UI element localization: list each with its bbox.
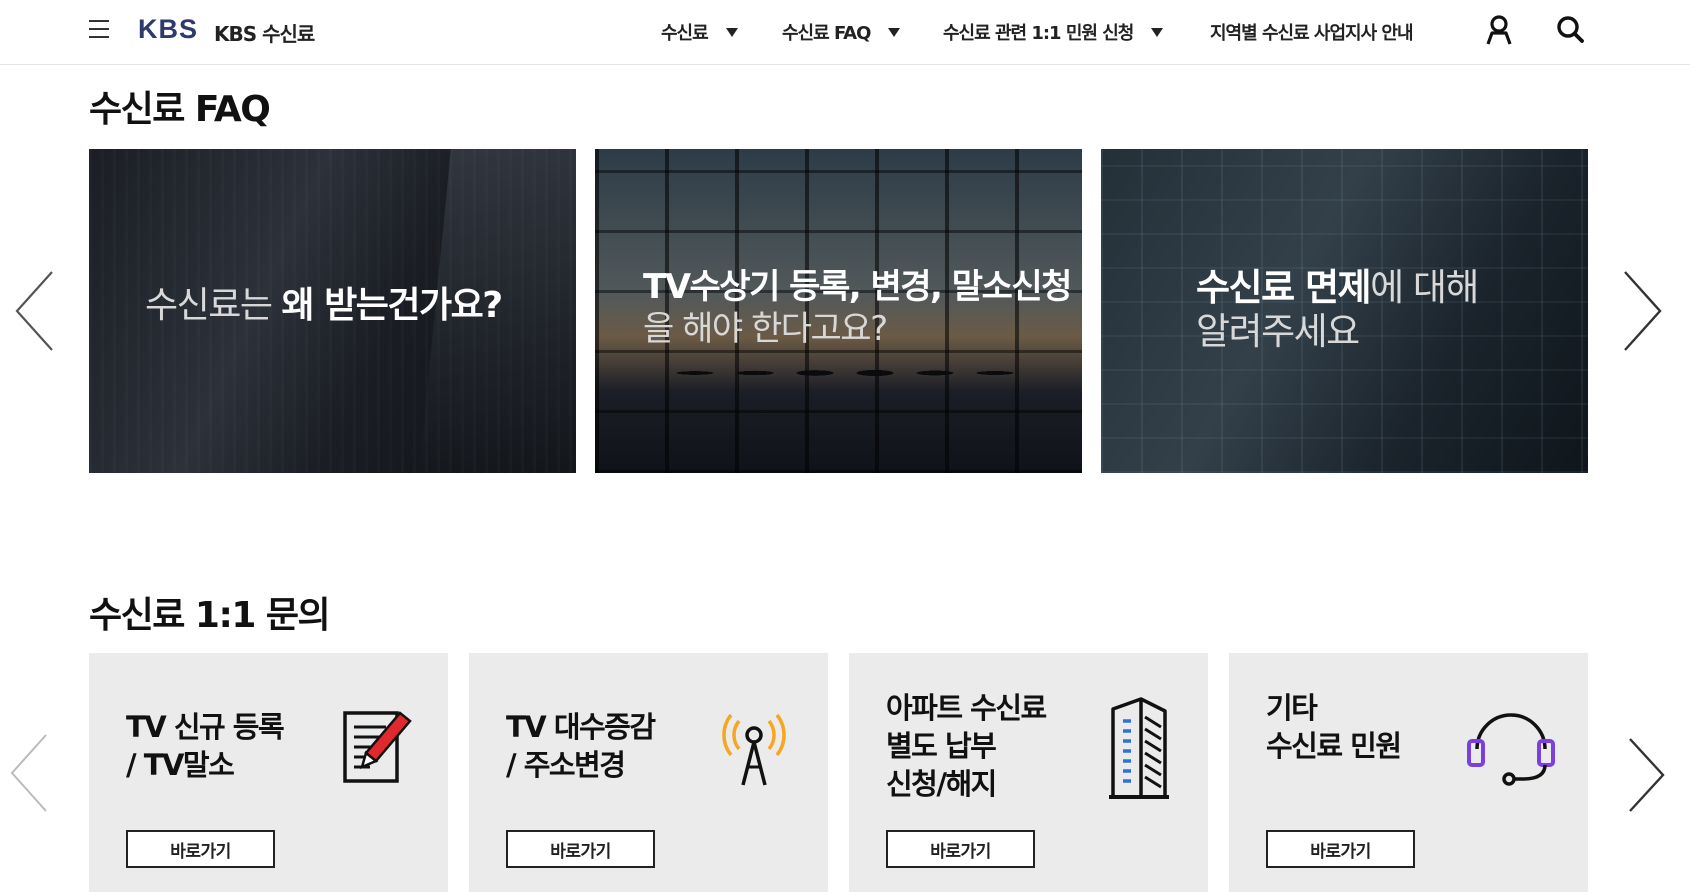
inquiry-card-title: TV 신규 등록 / TV말소 <box>126 710 285 782</box>
apartment-building-icon <box>1109 697 1169 799</box>
inquiry-card-title: 아파트 수신료 별도 납부 신청/해지 <box>886 691 1047 801</box>
go-button[interactable]: 바로가기 <box>1266 830 1415 868</box>
faq-card-why-fee[interactable]: 수신료는 왜 받는건가요? <box>89 149 576 473</box>
nav-item-label: 수신료 관련 1:1 민원 신청 <box>943 23 1134 44</box>
site-header: KBS KBS 수신료 수신료 수신료 FAQ 수신료 관련 1:1 민원 신청… <box>0 0 1690 65</box>
nav-item-branch[interactable]: 지역별 수신료 사업지사 안내 <box>1210 19 1414 45</box>
inquiry-card-title: TV 대수증감 / 주소변경 <box>506 710 656 782</box>
inquiry-card-new-tv[interactable]: TV 신규 등록 / TV말소 바로가기 <box>89 653 448 892</box>
inquiry-prev-arrow-icon[interactable] <box>8 733 50 813</box>
inquiry-card-title: 기타 수신료 민원 <box>1266 691 1402 763</box>
headset-icon <box>1467 713 1555 786</box>
user-icon[interactable] <box>1484 14 1514 46</box>
go-button[interactable]: 바로가기 <box>506 830 655 868</box>
kbs-logo[interactable]: KBS <box>138 14 198 45</box>
nav-item-label: 수신료 <box>661 23 709 44</box>
inquiry-section-title: 수신료 1:1 문의 <box>89 595 331 636</box>
antenna-tower-icon <box>722 713 786 786</box>
faq-card-fee-exemption[interactable]: 수신료 면제에 대해 알려주세요 <box>1101 149 1588 473</box>
inquiry-next-arrow-icon[interactable] <box>1627 737 1667 813</box>
caret-down-icon <box>1151 27 1164 37</box>
inquiry-card-apartment[interactable]: 아파트 수신료 별도 납부 신청/해지 바로가기 <box>849 653 1208 892</box>
faq-card-text: 수신료 면제에 대해 알려주세요 <box>1196 266 1479 353</box>
site-name[interactable]: KBS 수신료 <box>214 18 315 47</box>
faq-prev-arrow-icon[interactable] <box>14 270 56 352</box>
inquiry-card-address-change[interactable]: TV 대수증감 / 주소변경 바로가기 <box>469 653 828 892</box>
caret-down-icon <box>725 27 738 37</box>
faq-section-title: 수신료 FAQ <box>89 89 271 130</box>
menu-icon[interactable] <box>89 20 109 42</box>
nav-item-label: 수신료 FAQ <box>782 23 871 44</box>
faq-card-text: TV수상기 등록, 변경, 말소신청 을 해야 한다고요? <box>643 267 1072 349</box>
search-icon[interactable] <box>1555 14 1585 46</box>
go-button[interactable]: 바로가기 <box>126 830 275 868</box>
go-button[interactable]: 바로가기 <box>886 830 1035 868</box>
inquiry-card-other[interactable]: 기타 수신료 민원 바로가기 <box>1229 653 1588 892</box>
nav-item-faq[interactable]: 수신료 FAQ <box>782 19 901 45</box>
nav-item-complaint[interactable]: 수신료 관련 1:1 민원 신청 <box>943 19 1164 45</box>
caret-down-icon <box>888 27 901 37</box>
document-pencil-icon <box>343 711 412 783</box>
faq-card-tv-registration[interactable]: TV수상기 등록, 변경, 말소신청 을 해야 한다고요? <box>595 149 1082 473</box>
faq-next-arrow-icon[interactable] <box>1621 270 1663 352</box>
nav-item-label: 지역별 수신료 사업지사 안내 <box>1210 23 1414 44</box>
faq-card-text: 수신료는 왜 받는건가요? <box>145 285 503 326</box>
nav-item-fee[interactable]: 수신료 <box>661 19 738 45</box>
